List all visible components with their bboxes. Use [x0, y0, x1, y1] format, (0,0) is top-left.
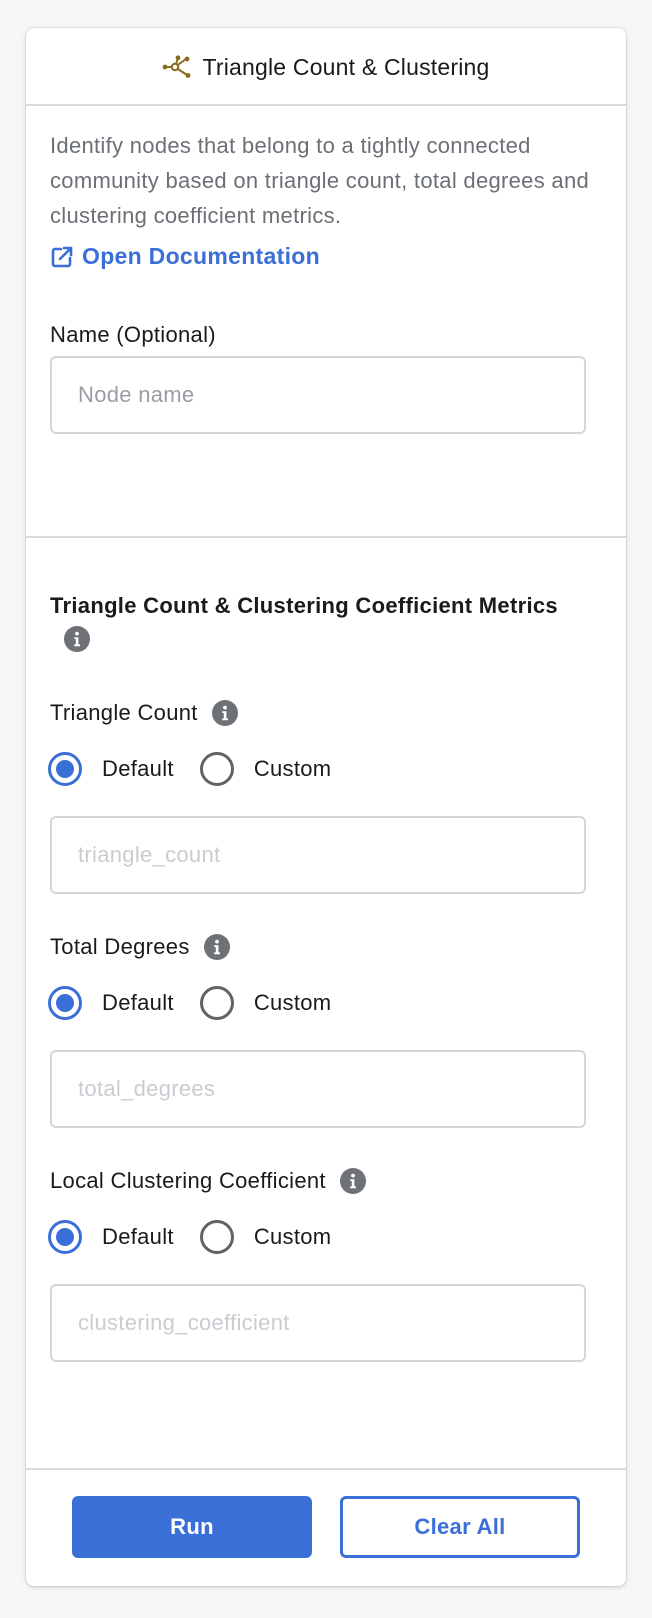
- panel-footer: Run Clear All: [26, 1470, 626, 1582]
- info-icon[interactable]: [339, 1168, 366, 1194]
- name-label: Name (Optional): [50, 321, 216, 347]
- radio-label: Default: [102, 990, 174, 1015]
- clustering-coefficient-default-radio[interactable]: Default: [48, 1220, 174, 1254]
- total-degrees-label: Total Degrees: [50, 934, 602, 960]
- triangle-count-default-radio[interactable]: Default: [48, 752, 174, 786]
- radio-label: Default: [102, 756, 174, 781]
- metrics-section: Triangle Count & Clustering Coefficient …: [26, 538, 626, 1470]
- radio-label: Custom: [253, 990, 332, 1015]
- graph-nodes-icon: [162, 55, 194, 79]
- radio-checked-icon: [48, 752, 82, 786]
- radio-checked-icon: [48, 986, 82, 1020]
- panel-header: Triangle Count & Clustering: [26, 28, 626, 106]
- panel-title: Triangle Count & Clustering: [202, 53, 490, 80]
- radio-label: Default: [102, 1224, 174, 1249]
- triangle-count-radio-group: Default Custom: [48, 752, 602, 786]
- total-degrees-default-radio[interactable]: Default: [48, 986, 174, 1020]
- radio-unchecked-icon: [199, 986, 234, 1020]
- triangle-count-custom-radio[interactable]: Custom: [199, 752, 332, 786]
- metrics-title: Triangle Count & Clustering Coefficient …: [50, 588, 602, 658]
- triangle-count-label: Triangle Count: [50, 700, 602, 726]
- info-icon[interactable]: [64, 626, 90, 652]
- total-degrees-radio-group: Default Custom: [48, 986, 602, 1020]
- total-degrees-custom-radio[interactable]: Custom: [199, 986, 332, 1020]
- clustering-coefficient-column-input[interactable]: [50, 1284, 586, 1362]
- local-clustering-coefficient-radio-group: Default Custom: [48, 1220, 602, 1254]
- algorithm-description: Identify nodes that belong to a tightly …: [50, 133, 590, 228]
- run-button[interactable]: Run: [72, 1496, 312, 1558]
- clear-all-button[interactable]: Clear All: [340, 1496, 580, 1558]
- local-clustering-coefficient-label: Local Clustering Coefficient: [50, 1168, 602, 1194]
- external-link-icon: [51, 246, 73, 267]
- open-documentation-label: Open Documentation: [82, 243, 320, 269]
- radio-unchecked-icon: [199, 752, 234, 786]
- local-clustering-coefficient-label-text: Local Clustering Coefficient: [50, 1168, 326, 1193]
- radio-checked-icon: [48, 1220, 82, 1254]
- triangle-count-column-input[interactable]: [50, 816, 586, 894]
- clustering-coefficient-custom-radio[interactable]: Custom: [199, 1220, 332, 1254]
- node-name-input[interactable]: [50, 355, 586, 434]
- info-icon[interactable]: [211, 700, 238, 726]
- triangle-count-label-text: Triangle Count: [50, 700, 198, 725]
- total-degrees-label-text: Total Degrees: [50, 934, 190, 959]
- radio-label: Custom: [253, 1224, 332, 1249]
- radio-label: Custom: [253, 756, 332, 781]
- radio-unchecked-icon: [199, 1220, 234, 1254]
- intro-section: Identify nodes that belong to a tightly …: [26, 106, 626, 538]
- open-documentation-link[interactable]: Open Documentation: [50, 243, 320, 270]
- total-degrees-column-input[interactable]: [50, 1050, 586, 1128]
- algorithm-panel: Triangle Count & Clustering Identify nod…: [26, 28, 626, 1586]
- info-icon[interactable]: [203, 934, 230, 960]
- metrics-title-text: Triangle Count & Clustering Coefficient …: [50, 593, 558, 618]
